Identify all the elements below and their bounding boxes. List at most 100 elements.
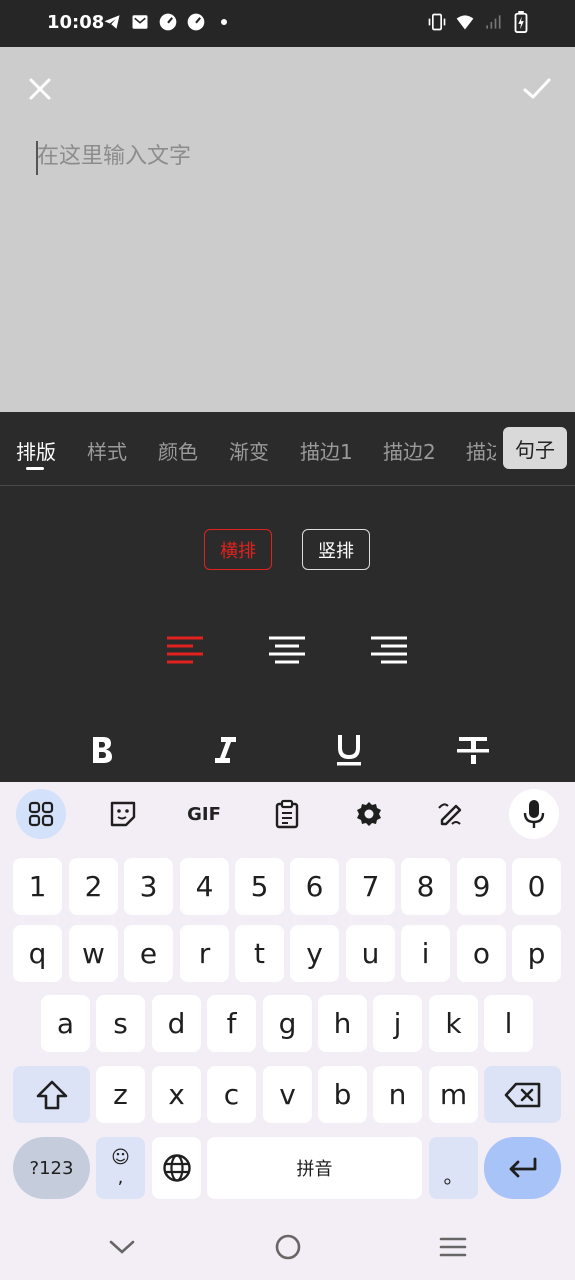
- key-n[interactable]: n: [373, 1066, 422, 1123]
- close-icon: [29, 78, 51, 100]
- key-h[interactable]: h: [318, 995, 367, 1052]
- globe-icon: [162, 1154, 191, 1182]
- status-left-icons: [102, 12, 234, 32]
- gif-label: GIF: [187, 803, 221, 825]
- apps-grid-button[interactable]: [16, 789, 66, 839]
- backspace-icon: [504, 1082, 540, 1107]
- align-center-icon: [269, 636, 305, 664]
- apps-grid-icon: [28, 801, 54, 827]
- key-2[interactable]: 2: [69, 858, 118, 915]
- language-key[interactable]: [152, 1137, 201, 1199]
- space-key[interactable]: 拼音: [207, 1137, 422, 1199]
- text-input-field[interactable]: 在这里输入文字: [36, 141, 536, 175]
- confirm-button[interactable]: [519, 71, 555, 107]
- key-y[interactable]: y: [290, 925, 339, 982]
- key-p[interactable]: p: [512, 925, 561, 982]
- align-left-button[interactable]: [165, 630, 205, 670]
- sticker-icon: [110, 801, 136, 827]
- home-button[interactable]: [273, 1232, 303, 1262]
- tab-stroke-1[interactable]: 描边1: [300, 436, 353, 465]
- tab-stroke-3-partial[interactable]: 描边: [466, 436, 496, 465]
- key-d[interactable]: d: [152, 995, 201, 1052]
- text-editor-area: 在这里输入文字: [0, 47, 575, 412]
- vertical-layout-button[interactable]: 竖排: [302, 529, 370, 570]
- key-9[interactable]: 9: [457, 858, 506, 915]
- tab-stroke-2[interactable]: 描边2: [383, 436, 436, 465]
- back-button[interactable]: [107, 1232, 137, 1262]
- dot-icon: [214, 12, 234, 32]
- horizontal-layout-button[interactable]: 横排: [204, 529, 272, 570]
- key-k[interactable]: k: [429, 995, 478, 1052]
- key-8[interactable]: 8: [401, 858, 450, 915]
- symbols-key[interactable]: ?123: [13, 1137, 90, 1199]
- gif-button[interactable]: GIF: [180, 790, 228, 838]
- key-x[interactable]: x: [152, 1066, 201, 1123]
- comma-label: ,: [117, 1167, 124, 1188]
- signal-icon: [483, 12, 503, 32]
- tab-gradient[interactable]: 渐变: [229, 436, 269, 465]
- key-g[interactable]: g: [263, 995, 312, 1052]
- key-o[interactable]: o: [457, 925, 506, 982]
- key-r[interactable]: r: [180, 925, 229, 982]
- strikethrough-icon: [457, 737, 489, 764]
- key-a[interactable]: a: [41, 995, 90, 1052]
- tab-color[interactable]: 颜色: [158, 436, 198, 465]
- text-input-placeholder: 在这里输入文字: [37, 144, 192, 169]
- key-i[interactable]: i: [401, 925, 450, 982]
- style-panel: 排版 样式 颜色 渐变 描边1 描边2 描边 句子 横排 竖排: [0, 412, 575, 782]
- home-circle-icon: [275, 1234, 301, 1260]
- backspace-key[interactable]: [484, 1066, 561, 1123]
- key-u[interactable]: u: [346, 925, 395, 982]
- key-3[interactable]: 3: [124, 858, 173, 915]
- keyboard-toolbar: GIF: [0, 782, 575, 846]
- italic-button[interactable]: [205, 730, 245, 770]
- key-m[interactable]: m: [429, 1066, 478, 1123]
- shift-key[interactable]: [13, 1066, 90, 1123]
- key-c[interactable]: c: [207, 1066, 256, 1123]
- key-v[interactable]: v: [263, 1066, 312, 1123]
- settings-icon: [357, 802, 381, 826]
- key-j[interactable]: j: [373, 995, 422, 1052]
- clipboard-button[interactable]: [263, 790, 311, 838]
- key-0[interactable]: 0: [512, 858, 561, 915]
- key-4[interactable]: 4: [180, 858, 229, 915]
- handwriting-button[interactable]: [426, 790, 474, 838]
- key-1[interactable]: 1: [13, 858, 62, 915]
- active-tab-indicator: [26, 467, 44, 470]
- key-6[interactable]: 6: [290, 858, 339, 915]
- settings-button[interactable]: [345, 790, 393, 838]
- sentence-button[interactable]: 句子: [503, 427, 567, 469]
- key-t[interactable]: t: [235, 925, 284, 982]
- voice-input-button[interactable]: [509, 789, 559, 839]
- enter-key[interactable]: [484, 1137, 561, 1199]
- key-7[interactable]: 7: [346, 858, 395, 915]
- key-s[interactable]: s: [96, 995, 145, 1052]
- period-key[interactable]: 。: [429, 1137, 478, 1199]
- mail-icon: [130, 12, 150, 32]
- tab-style[interactable]: 样式: [87, 436, 127, 465]
- align-left-icon: [167, 636, 203, 664]
- sticker-button[interactable]: [99, 790, 147, 838]
- underline-icon: [337, 735, 361, 766]
- tab-layout[interactable]: 排版: [16, 436, 56, 465]
- telegram-icon: [102, 12, 122, 32]
- bold-button[interactable]: [82, 730, 122, 770]
- key-5[interactable]: 5: [235, 858, 284, 915]
- align-center-button[interactable]: [267, 630, 307, 670]
- key-z[interactable]: z: [96, 1066, 145, 1123]
- key-e[interactable]: e: [124, 925, 173, 982]
- speedometer-icon: [186, 12, 206, 32]
- key-q[interactable]: q: [13, 925, 62, 982]
- emoji-comma-key[interactable]: ☺ ,: [96, 1137, 145, 1199]
- key-b[interactable]: b: [318, 1066, 367, 1123]
- enter-arrow-icon: [509, 1157, 536, 1178]
- strikethrough-button[interactable]: [453, 730, 493, 770]
- underline-button[interactable]: [329, 730, 369, 770]
- close-button[interactable]: [22, 71, 58, 107]
- recents-button[interactable]: [438, 1232, 468, 1262]
- key-f[interactable]: f: [207, 995, 256, 1052]
- align-right-button[interactable]: [369, 630, 409, 670]
- key-l[interactable]: l: [484, 995, 533, 1052]
- key-w[interactable]: w: [69, 925, 118, 982]
- status-right-icons: [427, 11, 531, 33]
